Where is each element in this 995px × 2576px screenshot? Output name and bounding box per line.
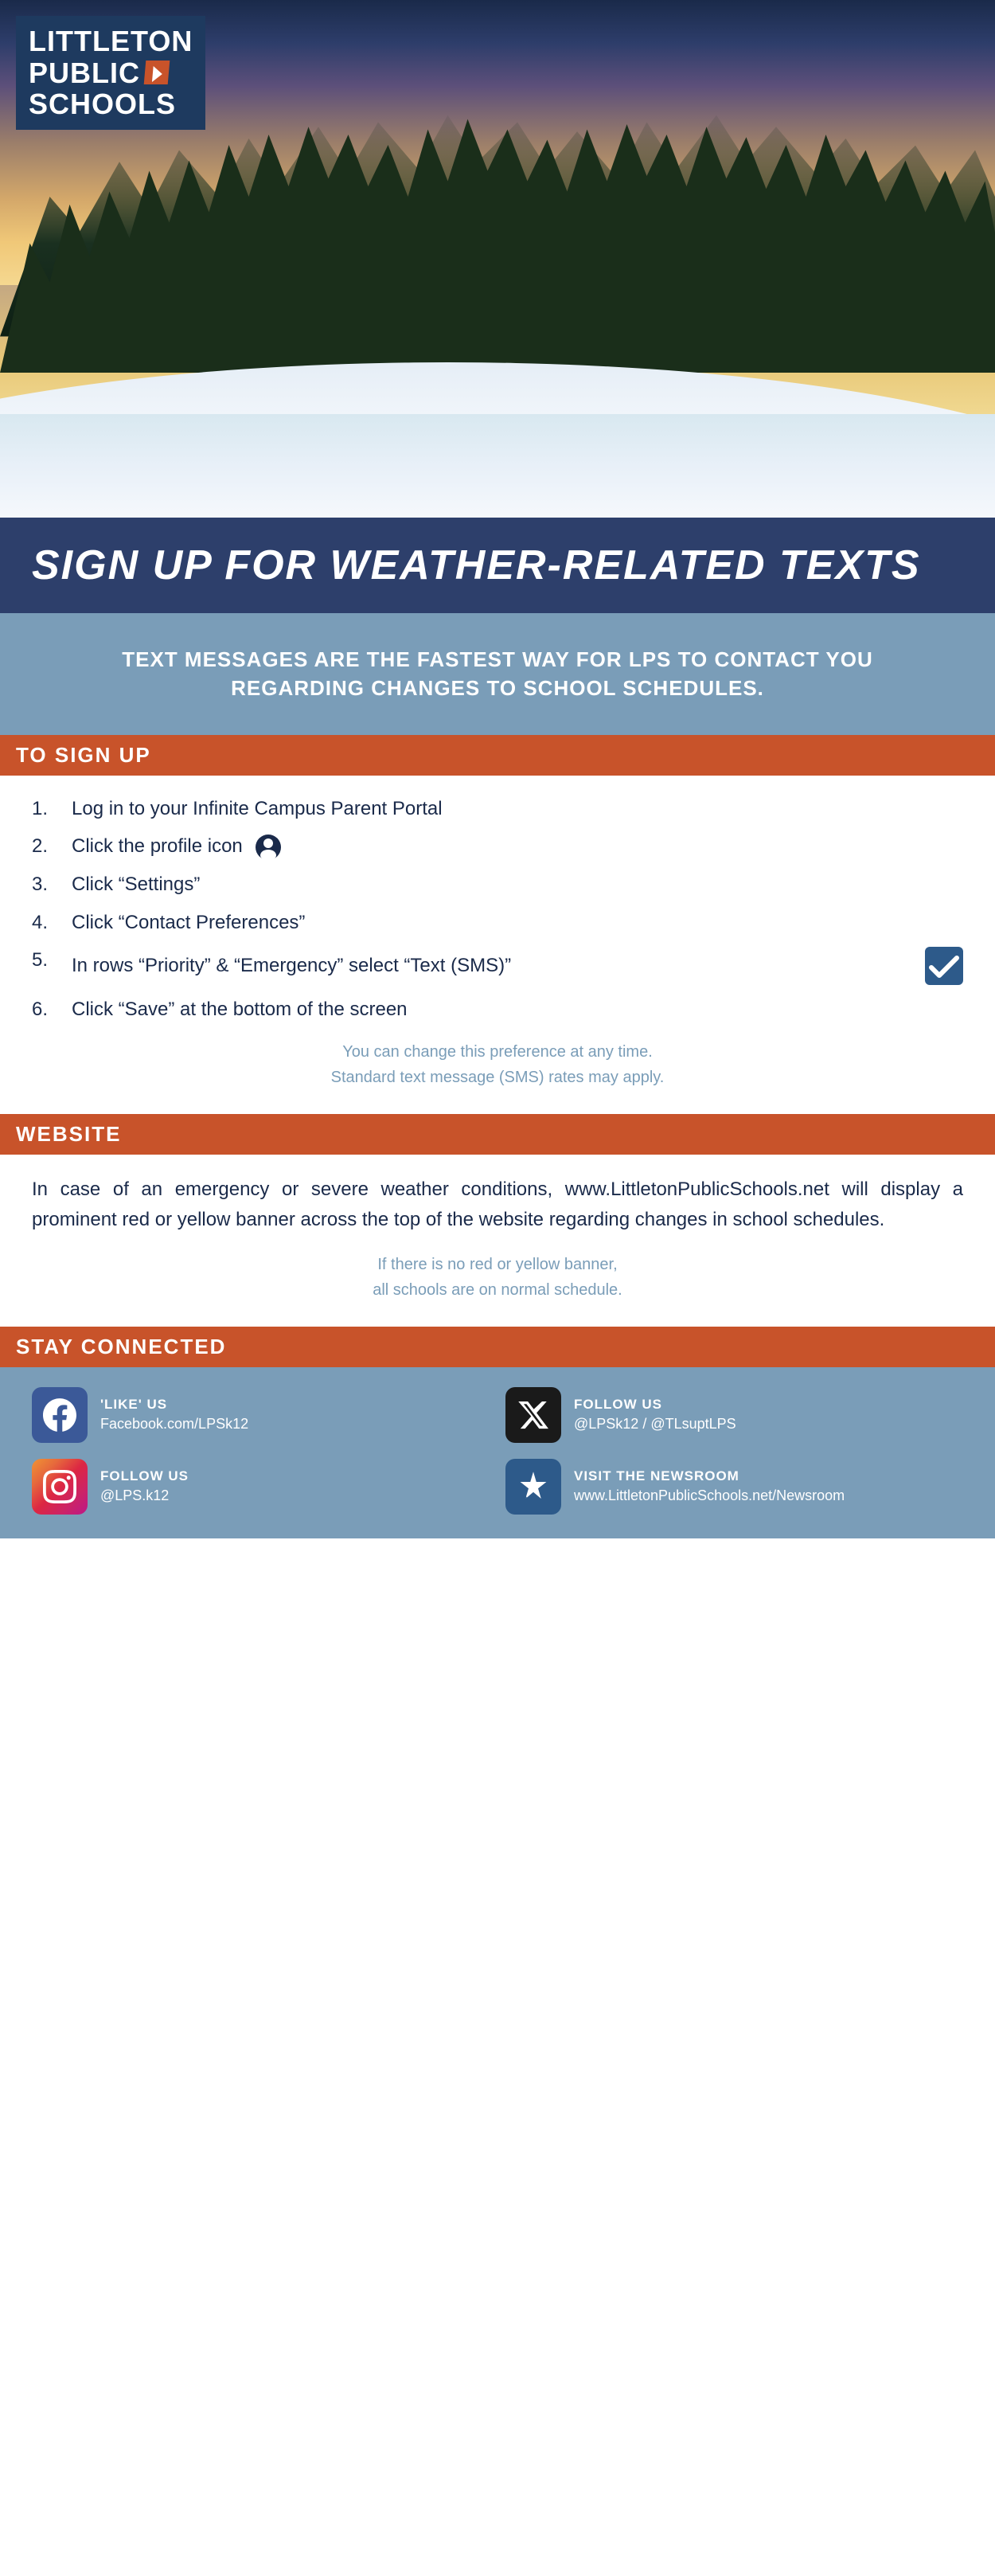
newsroom-icon: NR (517, 1470, 550, 1503)
newsroom-item: NR VISIT THE NEWSROOM www.LittletonPubli… (505, 1459, 963, 1515)
checkbox-checked-icon (925, 947, 963, 985)
signup-steps-container: TO SIGN UP 1. Log in to your Infinite Ca… (0, 735, 995, 1114)
signup-heading: SIGN UP FOR WEATHER-RELATED TEXTS (32, 541, 963, 589)
website-section: WEBSITE In case of an emergency or sever… (0, 1114, 995, 1327)
website-body-text: In case of an emergency or severe weathe… (32, 1175, 963, 1236)
twitter-icon-box (505, 1387, 561, 1443)
instagram-icon-box (32, 1459, 88, 1515)
step-4-text: Click “Contact Preferences” (72, 909, 963, 936)
stay-connected-content: STAY CONNECTED 'LIKE' US Facebook.com/LP… (0, 1327, 995, 1538)
step-3-text: Click “Settings” (72, 871, 963, 898)
signup-header-section: SIGN UP FOR WEATHER-RELATED TEXTS (0, 518, 995, 613)
twitter-text: FOLLOW US @LPSk12 / @TLsuptLPS (574, 1397, 736, 1433)
info-box-section: TEXT MESSAGES ARE THE FASTEST WAY FOR LP… (0, 613, 995, 735)
facebook-value: Facebook.com/LPSk12 (100, 1416, 248, 1433)
step-5: 5. In rows “Priority” & “Emergency” sele… (32, 947, 963, 985)
facebook-text: 'LIKE' US Facebook.com/LPSk12 (100, 1397, 248, 1433)
instagram-text: FOLLOW US @LPS.k12 (100, 1468, 189, 1504)
hero-snow-ground (0, 414, 995, 518)
newsroom-value: www.LittletonPublicSchools.net/Newsroom (574, 1487, 845, 1504)
twitter-item: FOLLOW US @LPSk12 / @TLsuptLPS (505, 1387, 963, 1443)
newsroom-text: VISIT THE NEWSROOM www.LittletonPublicSc… (574, 1468, 845, 1504)
instagram-value: @LPS.k12 (100, 1487, 189, 1504)
svg-text:NR: NR (525, 1496, 533, 1502)
step-2-text: Click the profile icon (72, 833, 963, 860)
to-sign-up-section: TO SIGN UP 1. Log in to your Infinite Ca… (0, 735, 995, 1114)
twitter-x-icon (517, 1398, 550, 1432)
stay-connected-section: STAY CONNECTED 'LIKE' US Facebook.com/LP… (0, 1327, 995, 1538)
instagram-item: FOLLOW US @LPS.k12 (32, 1459, 490, 1515)
logo-chevron-icon (144, 61, 170, 84)
profile-icon (256, 835, 281, 860)
facebook-icon-box (32, 1387, 88, 1443)
step-3-num: 3. (32, 871, 72, 898)
step-2-num: 2. (32, 833, 72, 860)
step-6-num: 6. (32, 996, 72, 1023)
step-1-num: 1. (32, 795, 72, 823)
chevron-svg (144, 62, 170, 86)
step-5-text: In rows “Priority” & “Emergency” select … (72, 952, 909, 979)
step-3: 3. Click “Settings” (32, 871, 963, 898)
instagram-label: FOLLOW US (100, 1468, 189, 1484)
step-6-text: Click “Save” at the bottom of the screen (72, 996, 963, 1023)
to-sign-up-label: TO SIGN UP (0, 735, 995, 776)
steps-list: 1. Log in to your Infinite Campus Parent… (32, 795, 963, 1023)
facebook-label: 'LIKE' US (100, 1397, 248, 1413)
step-2: 2. Click the profile icon (32, 833, 963, 860)
step-4: 4. Click “Contact Preferences” (32, 909, 963, 936)
facebook-icon (43, 1398, 76, 1432)
step-4-num: 4. (32, 909, 72, 936)
facebook-item: 'LIKE' US Facebook.com/LPSk12 (32, 1387, 490, 1443)
instagram-icon (43, 1470, 76, 1503)
website-content: WEBSITE In case of an emergency or sever… (0, 1114, 995, 1327)
step-6: 6. Click “Save” at the bottom of the scr… (32, 996, 963, 1023)
newsroom-label: VISIT THE NEWSROOM (574, 1468, 845, 1484)
step-1: 1. Log in to your Infinite Campus Parent… (32, 795, 963, 823)
signup-note: You can change this preference at any ti… (32, 1039, 963, 1090)
twitter-label: FOLLOW US (574, 1397, 736, 1413)
website-note: If there is no red or yellow banner, all… (32, 1252, 963, 1303)
step-5-row: In rows “Priority” & “Emergency” select … (72, 947, 963, 985)
hero-section: LITTLETON PUBLIC SCHOOLS (0, 0, 995, 518)
info-box-text: TEXT MESSAGES ARE THE FASTEST WAY FOR LP… (64, 645, 931, 703)
logo-line3: SCHOOLS (29, 88, 193, 120)
logo-line1: LITTLETON (29, 25, 193, 57)
logo-box: LITTLETON PUBLIC SCHOOLS (16, 16, 205, 130)
twitter-value: @LPSk12 / @TLsuptLPS (574, 1416, 736, 1433)
website-label: WEBSITE (0, 1114, 995, 1155)
logo-line2: PUBLIC (29, 57, 193, 89)
step-1-text: Log in to your Infinite Campus Parent Po… (72, 795, 963, 823)
social-grid: 'LIKE' US Facebook.com/LPSk12 FOLLOW US … (32, 1387, 963, 1515)
stay-connected-label: STAY CONNECTED (0, 1327, 995, 1367)
newsroom-icon-box: NR (505, 1459, 561, 1515)
step-5-num: 5. (32, 947, 72, 974)
